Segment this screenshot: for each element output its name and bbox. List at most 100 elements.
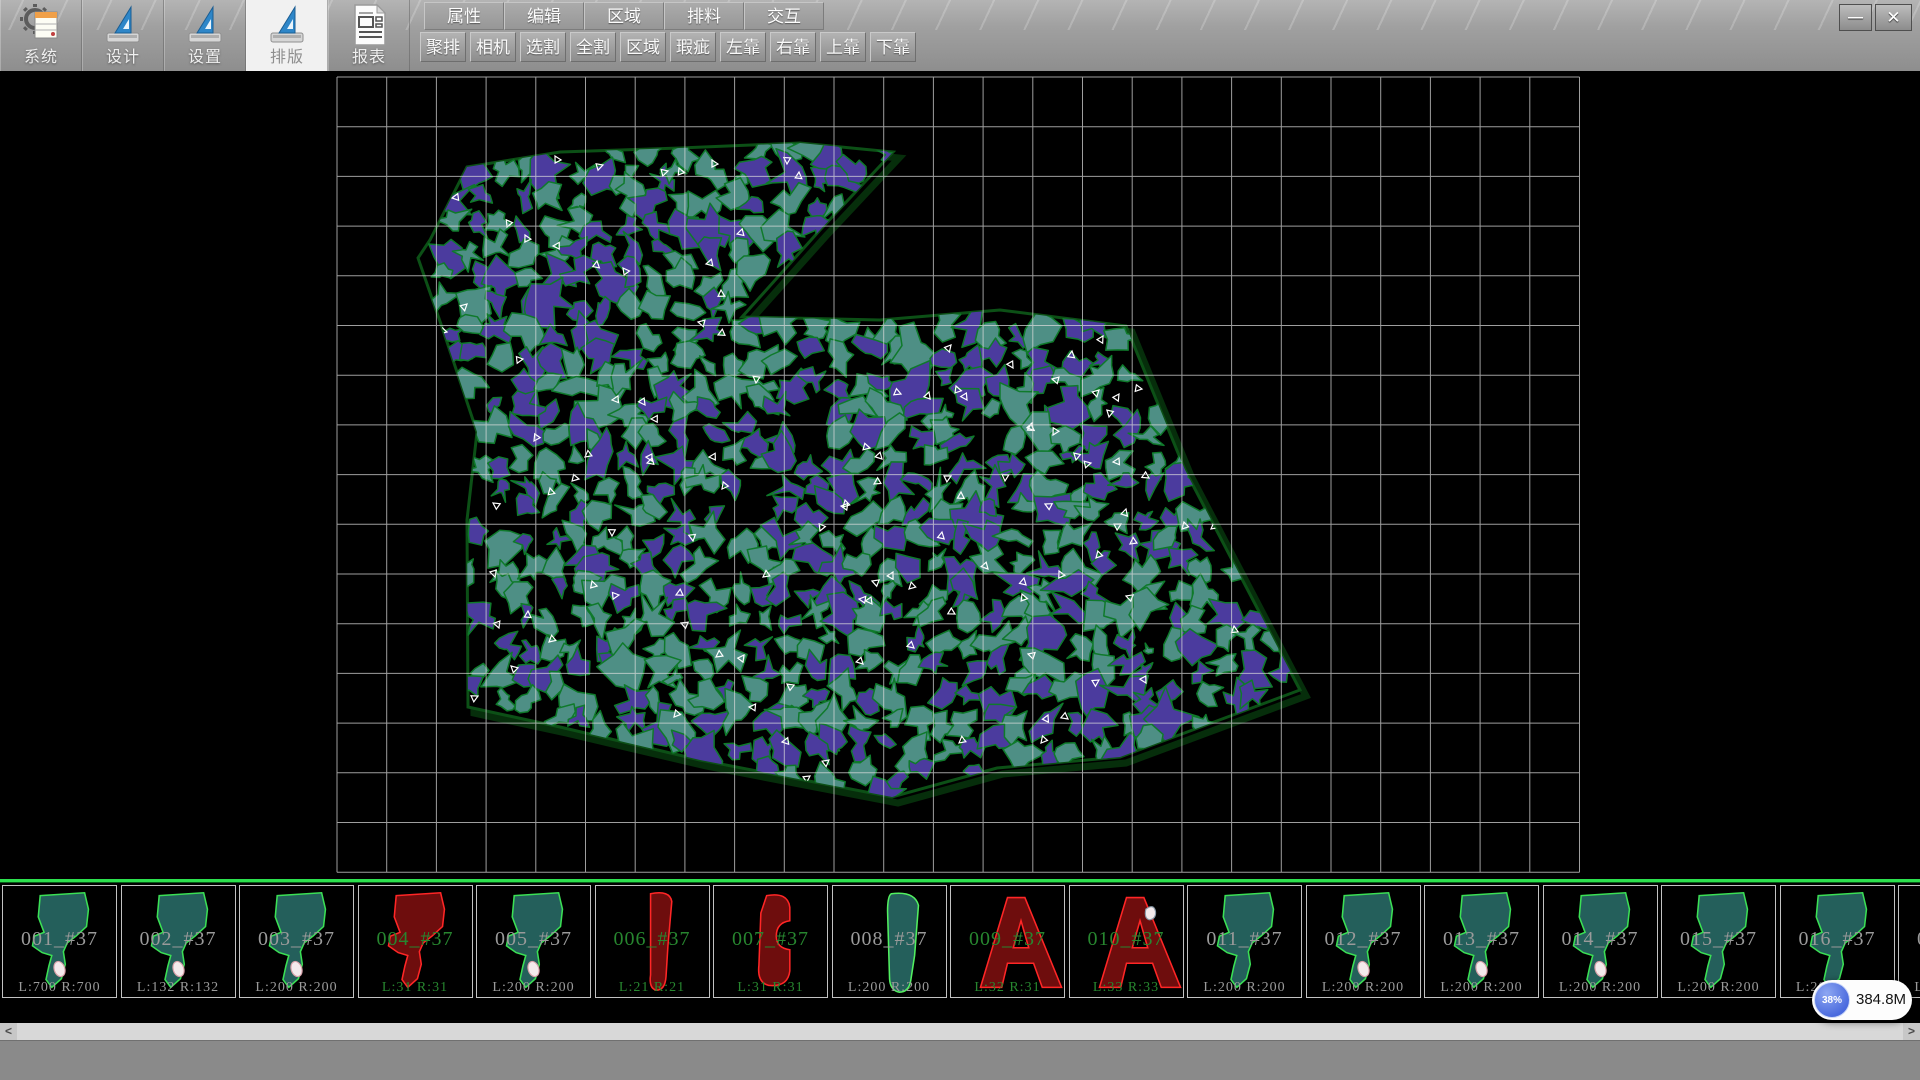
part-lr-count: L:21 R:21 xyxy=(596,980,709,996)
progress-indicator: 38% 384.8M xyxy=(1812,980,1912,1020)
tool-button-bar: 聚排相机选割全割区域瑕疵左靠右靠上靠下靠 xyxy=(420,32,920,62)
application-window: 系统设计设置排版报表 属性编辑区域排料交互 聚排相机选割全割区域瑕疵左靠右靠上靠… xyxy=(0,0,1920,1080)
close-icon: ✕ xyxy=(1886,8,1900,28)
part-lr-count: L:32 R:31 xyxy=(951,980,1064,996)
part-thumbnail[interactable]: 008_#37 L:200 R:200 xyxy=(832,885,947,998)
status-bar xyxy=(0,1040,1920,1080)
nest-drawing xyxy=(0,71,1920,879)
part-thumbnail[interactable]: 005_#37 L:200 R:200 xyxy=(476,885,591,998)
scrollbar-track[interactable] xyxy=(17,1023,1903,1040)
report-doc-icon xyxy=(329,3,409,47)
part-thumbnail[interactable]: 007_#37 L:31 R:31 xyxy=(713,885,828,998)
part-name: 012_#37 xyxy=(1307,928,1420,951)
part-thumbnail[interactable]: 012_#37 L:200 R:200 xyxy=(1306,885,1421,998)
nav-button-settings[interactable]: 设置 xyxy=(164,0,246,71)
tool-button-cluster-nest[interactable]: 聚排 xyxy=(420,32,466,62)
nav-button-label: 设置 xyxy=(165,43,245,67)
tool-button-align-bottom[interactable]: 下靠 xyxy=(870,32,916,62)
part-lr-count: L:132 R:132 xyxy=(122,980,235,996)
part-lr-count: L:200 R:200 xyxy=(833,980,946,996)
part-name: 001_#37 xyxy=(3,928,116,951)
part-thumbnail[interactable]: 003_#37 L:200 R:200 xyxy=(239,885,354,998)
progress-percent: 38% xyxy=(1822,995,1842,1006)
nav-button-label: 系统 xyxy=(1,43,81,67)
part-name: 008_#37 xyxy=(833,928,946,951)
layout-ruler-icon xyxy=(247,3,327,47)
settings-ruler-icon xyxy=(165,3,245,47)
part-name: 005_#37 xyxy=(477,928,590,951)
nav-button-system[interactable]: 系统 xyxy=(0,0,82,71)
menu-tab-nesting[interactable]: 排料 xyxy=(664,2,744,30)
part-name: 007_#37 xyxy=(714,928,827,951)
part-thumbnail[interactable]: 004_#37 L:31 R:31 xyxy=(358,885,473,998)
tool-button-region[interactable]: 区域 xyxy=(620,32,666,62)
part-lr-count: L:200 R:200 xyxy=(1662,980,1775,996)
close-button[interactable]: ✕ xyxy=(1875,4,1912,31)
nav-button-label: 设计 xyxy=(83,43,163,67)
part-name: 002_#37 xyxy=(122,928,235,951)
nav-button-label: 排版 xyxy=(247,43,327,67)
scroll-left-button[interactable]: < xyxy=(0,1023,17,1040)
part-lr-count: L:700 R:700 xyxy=(3,980,116,996)
part-thumbnail[interactable]: 011_#37 L:200 R:200 xyxy=(1187,885,1302,998)
memory-usage: 384.8M xyxy=(1856,980,1906,1020)
tool-button-defect[interactable]: 瑕疵 xyxy=(670,32,716,62)
part-name: 003_#37 xyxy=(240,928,353,951)
part-thumbnail[interactable]: 015_#37 L:200 R:200 xyxy=(1661,885,1776,998)
part-thumbnail[interactable]: 013_#37 L:200 R:200 xyxy=(1424,885,1539,998)
tool-button-cut-all[interactable]: 全割 xyxy=(570,32,616,62)
part-name: 017_#37 xyxy=(1899,928,1920,951)
part-lr-count: L:200 R:200 xyxy=(1425,980,1538,996)
part-name: 016_#37 xyxy=(1781,928,1894,951)
minimize-button[interactable]: — xyxy=(1839,4,1872,31)
menu-tab-region[interactable]: 区域 xyxy=(584,2,664,30)
scroll-right-button[interactable]: > xyxy=(1903,1023,1920,1040)
part-name: 011_#37 xyxy=(1188,928,1301,951)
tool-button-align-left[interactable]: 左靠 xyxy=(720,32,766,62)
part-name: 006_#37 xyxy=(596,928,709,951)
part-thumbnail[interactable]: 006_#37 L:21 R:21 xyxy=(595,885,710,998)
tool-button-align-right[interactable]: 右靠 xyxy=(770,32,816,62)
nav-button-design[interactable]: 设计 xyxy=(82,0,164,71)
part-name: 010_#37 xyxy=(1070,928,1183,951)
menu-tab-edit[interactable]: 编辑 xyxy=(504,2,584,30)
part-lr-count: L:31 R:31 xyxy=(359,980,472,996)
part-name: 004_#37 xyxy=(359,928,472,951)
tool-button-select-cut[interactable]: 选割 xyxy=(520,32,566,62)
part-lr-count: L:200 R:200 xyxy=(240,980,353,996)
tool-button-camera[interactable]: 相机 xyxy=(470,32,516,62)
menu-tab-interact[interactable]: 交互 xyxy=(744,2,824,30)
part-lr-count: L:33 R:33 xyxy=(1070,980,1183,996)
part-thumbnail[interactable]: 001_#37 L:700 R:700 xyxy=(2,885,117,998)
part-lr-count: L:200 R:200 xyxy=(1544,980,1657,996)
part-thumbnail[interactable]: 014_#37 L:200 R:200 xyxy=(1543,885,1658,998)
part-thumbnail[interactable]: 002_#37 L:132 R:132 xyxy=(121,885,236,998)
part-lr-count: L:31 R:31 xyxy=(714,980,827,996)
horizontal-scrollbar[interactable]: < > xyxy=(0,1023,1920,1040)
strip-top-border-shadow xyxy=(0,882,1920,883)
part-thumbnail[interactable]: 010_#37 L:33 R:33 xyxy=(1069,885,1184,998)
menu-tab-bar: 属性编辑区域排料交互 xyxy=(424,2,824,30)
system-gear-icon xyxy=(1,3,81,47)
minimize-icon: — xyxy=(1848,9,1863,26)
nav-button-layout[interactable]: 排版 xyxy=(246,0,328,71)
part-name: 014_#37 xyxy=(1544,928,1657,951)
part-name: 009_#37 xyxy=(951,928,1064,951)
progress-circle: 38% xyxy=(1814,982,1850,1018)
part-lr-count: L:200 R:200 xyxy=(1188,980,1301,996)
part-name: 013_#37 xyxy=(1425,928,1538,951)
menu-tab-properties[interactable]: 属性 xyxy=(424,2,504,30)
part-name: 015_#37 xyxy=(1662,928,1775,951)
design-ruler-icon xyxy=(83,3,163,47)
part-lr-count: L:200 R:200 xyxy=(1307,980,1420,996)
nesting-canvas[interactable] xyxy=(0,71,1920,879)
part-thumbnail[interactable]: 009_#37 L:32 R:31 xyxy=(950,885,1065,998)
parts-strip: 001_#37L:700 R:700002_#37L:132 R:132003_… xyxy=(0,879,1920,1023)
toolbar: 系统设计设置排版报表 属性编辑区域排料交互 聚排相机选割全割区域瑕疵左靠右靠上靠… xyxy=(0,0,1920,71)
main-nav: 系统设计设置排版报表 xyxy=(0,0,410,71)
window-controls: — ✕ xyxy=(1839,4,1912,31)
tool-button-align-top[interactable]: 上靠 xyxy=(820,32,866,62)
part-lr-count: L:200 R:200 xyxy=(477,980,590,996)
nav-button-label: 报表 xyxy=(329,43,409,67)
nav-button-report[interactable]: 报表 xyxy=(328,0,410,71)
